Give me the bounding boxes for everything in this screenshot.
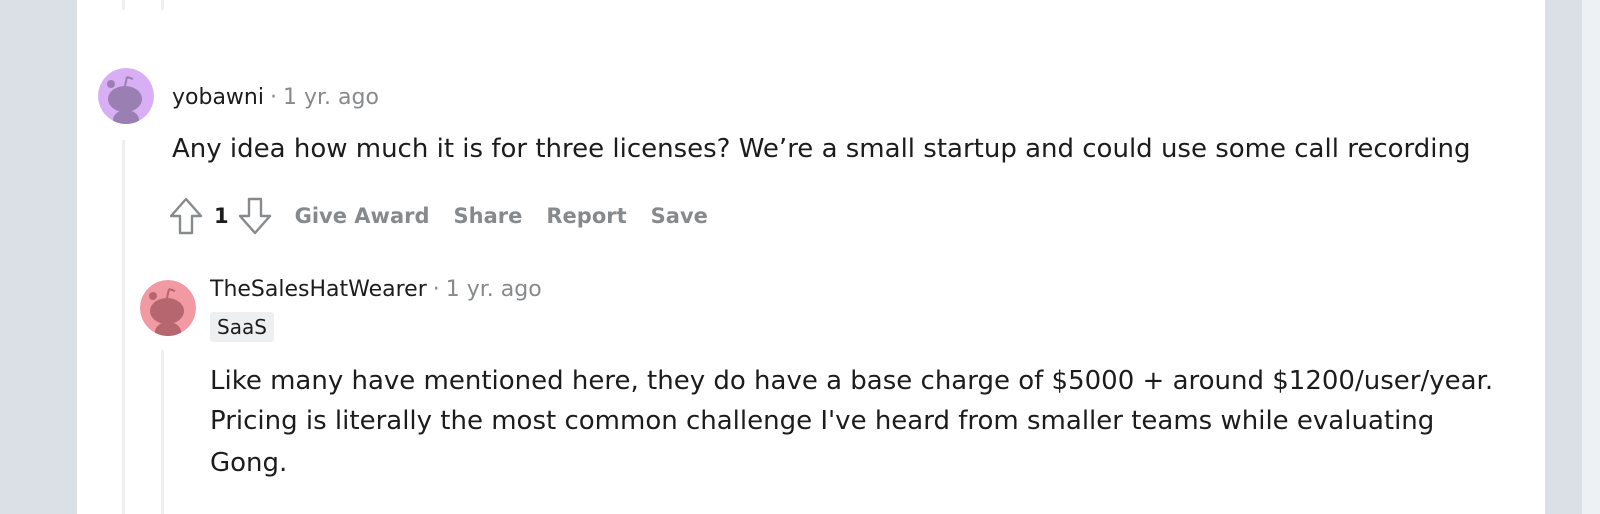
comment-actions: 1 Give Award Share Report Save — [166, 194, 708, 238]
comment-meta: TheSalesHatWearer · 1 yr. ago — [210, 276, 542, 304]
comment-body-line-2: Pricing is literally the most common cha… — [210, 406, 1435, 436]
thread-line-parent-nested[interactable] — [161, 0, 164, 10]
comment-meta: yobawni · 1 yr. ago — [172, 84, 379, 112]
thread-line-parent[interactable] — [122, 0, 125, 10]
scrollbar-track[interactable] — [1582, 0, 1600, 514]
comment-author[interactable]: yobawni — [172, 85, 264, 110]
avatar[interactable] — [98, 68, 154, 124]
thread-line-comment-1[interactable] — [122, 140, 125, 514]
thread-line-comment-2[interactable] — [161, 350, 164, 514]
comment-body: Any idea how much it is for three licens… — [172, 134, 1471, 164]
meta-separator: · — [269, 85, 277, 110]
comment-body-line-3: Gong. — [210, 448, 288, 478]
report-button[interactable]: Report — [546, 204, 626, 228]
comment-timestamp[interactable]: 1 yr. ago — [283, 85, 379, 110]
vote-score: 1 — [214, 204, 229, 228]
save-button[interactable]: Save — [651, 204, 708, 228]
snoo-avatar-icon — [140, 280, 196, 336]
downvote-arrow-icon[interactable] — [235, 194, 275, 238]
meta-separator: · — [432, 277, 440, 302]
comment-author[interactable]: TheSalesHatWearer — [210, 277, 427, 302]
avatar[interactable] — [140, 280, 196, 336]
comment-timestamp[interactable]: 1 yr. ago — [446, 277, 542, 302]
give-award-button[interactable]: Give Award — [295, 204, 430, 228]
upvote-arrow-icon[interactable] — [166, 194, 206, 238]
user-flair: SaaS — [210, 312, 274, 342]
snoo-avatar-icon — [98, 68, 154, 124]
comment-body-line-1: Like many have mentioned here, they do h… — [210, 366, 1494, 396]
share-button[interactable]: Share — [454, 204, 523, 228]
